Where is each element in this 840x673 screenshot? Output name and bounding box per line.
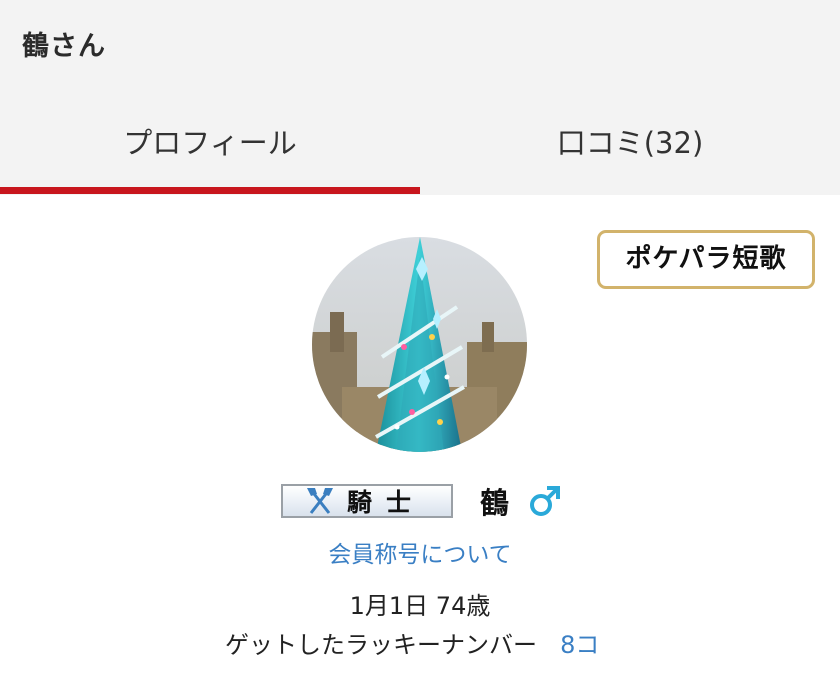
user-name: 鶴 xyxy=(480,486,510,520)
avatar-image xyxy=(312,237,527,452)
male-symbol-icon xyxy=(530,486,560,516)
member-title-text: 騎士 xyxy=(347,488,426,517)
lucky-number-count-link[interactable]: 8コ xyxy=(560,631,599,659)
lucky-number-label: ゲットしたラッキーナンバー xyxy=(225,631,537,659)
avatar[interactable] xyxy=(312,237,527,452)
poke-para-tanka-button[interactable]: ポケパラ短歌 xyxy=(597,230,815,289)
name-row: 騎士 鶴 xyxy=(0,476,840,526)
lucky-number-row: ゲットしたラッキーナンバー 8コ xyxy=(225,625,599,659)
crossed-axes-icon xyxy=(307,488,333,514)
member-title-badge: 騎士 xyxy=(281,484,453,518)
top-header: 鶴さん プロフィール 口コミ(32) xyxy=(0,0,840,195)
page-title: 鶴さん xyxy=(22,31,106,62)
tab-reviews[interactable]: 口コミ(32) xyxy=(420,112,840,195)
member-title-info-link[interactable]: 会員称号について xyxy=(0,535,840,569)
birthday-age: 1月1日 74歳 xyxy=(349,592,491,620)
tab-profile-label: プロフィール xyxy=(123,126,297,160)
tab-reviews-label: 口コミ(32) xyxy=(556,126,704,160)
tab-profile[interactable]: プロフィール xyxy=(0,112,420,195)
active-tab-indicator xyxy=(0,187,420,194)
